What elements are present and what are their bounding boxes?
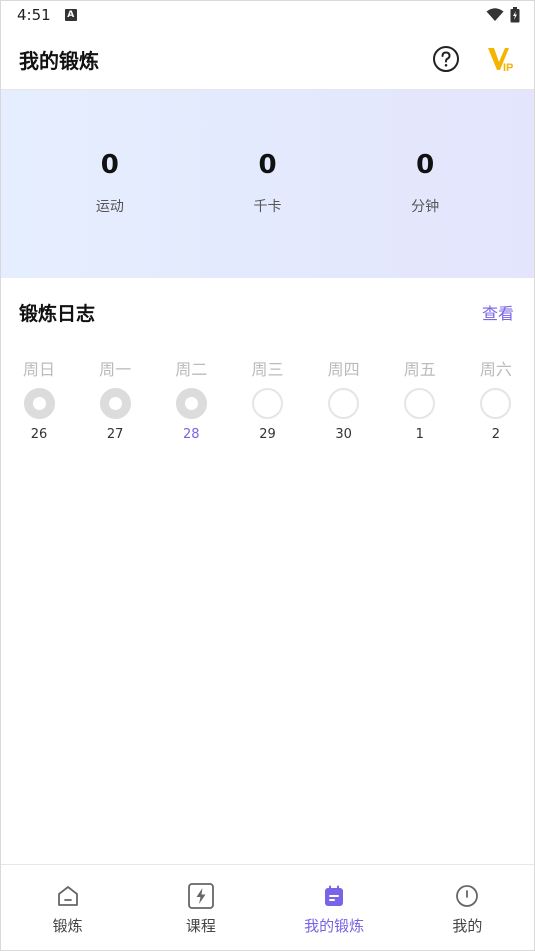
stat-value: 0 (416, 150, 435, 180)
day-date: 2 (491, 427, 501, 442)
day-status-ring (251, 388, 283, 419)
day-date: 27 (106, 427, 124, 442)
day-tuesday[interactable]: 周二 28 (160, 346, 222, 442)
view-log-link[interactable]: 查看 (482, 300, 514, 324)
day-status-ring (480, 388, 512, 419)
calendar-icon (325, 885, 344, 906)
wifi-icon (486, 8, 504, 21)
day-date-today: 28 (183, 427, 200, 442)
log-header: 锻炼日志 查看 (1, 278, 534, 346)
week-calendar: 周日 26 周一 27 周二 28 周三 29 周四 30 周五 1 周六 2 (1, 346, 534, 442)
day-name: 周五 (403, 360, 436, 379)
day-status-ring (175, 388, 207, 419)
header-actions: IP (432, 44, 516, 74)
home-icon (57, 886, 78, 906)
stat-label: 运动 (95, 199, 124, 215)
tab-my-workouts[interactable]: 我的锻炼 (279, 881, 389, 936)
day-name: 周日 (22, 360, 55, 379)
stat-value: 0 (100, 150, 119, 180)
day-wednesday[interactable]: 周三 29 (236, 346, 298, 442)
vip-badge-text: IP (503, 62, 513, 74)
vip-button[interactable]: IP (486, 44, 516, 74)
battery-icon (510, 7, 520, 23)
status-notification-icon: A (64, 9, 77, 21)
bottom-tab-bar: 锻炼 课程 我的锻炼 我的 (1, 864, 534, 950)
vip-badge-icon: IP (488, 48, 513, 74)
profile-icon (456, 885, 479, 907)
stat-label: 千卡 (253, 199, 282, 215)
help-button[interactable] (432, 45, 460, 73)
page-title: 我的锻炼 (19, 48, 99, 73)
day-name: 周一 (99, 360, 132, 379)
stat-minutes: 0 分钟 (365, 152, 485, 216)
tab-courses[interactable]: 课程 (146, 881, 256, 936)
day-status-ring (328, 388, 360, 419)
tab-label: 我的 (452, 917, 483, 935)
stats-card: 0 运动 0 千卡 0 分钟 (1, 90, 534, 278)
day-status-ring (99, 388, 131, 419)
day-date: 26 (30, 427, 48, 442)
tab-label: 课程 (185, 917, 216, 935)
day-thursday[interactable]: 周四 30 (313, 346, 375, 442)
day-status-ring (404, 388, 436, 419)
app-header: 我的锻炼 IP (1, 29, 534, 90)
tab-workout[interactable]: 锻炼 (13, 881, 123, 936)
question-circle-icon (433, 46, 459, 72)
day-monday[interactable]: 周一 27 (84, 346, 146, 442)
stat-workouts: 0 运动 (50, 152, 170, 216)
lightning-icon (187, 883, 214, 909)
tab-profile[interactable]: 我的 (412, 881, 522, 936)
tab-label: 我的锻炼 (304, 917, 365, 935)
day-date: 29 (259, 427, 276, 442)
day-saturday[interactable]: 周六 2 (465, 346, 527, 442)
status-right (486, 7, 520, 23)
day-name: 周三 (251, 360, 284, 379)
tab-label: 锻炼 (52, 917, 83, 935)
day-date: 30 (335, 427, 352, 442)
day-name: 周二 (175, 360, 208, 379)
day-status-ring (23, 388, 55, 419)
stat-calories: 0 千卡 (207, 152, 327, 216)
day-date: 1 (415, 427, 424, 442)
stat-label: 分钟 (411, 199, 440, 215)
status-left: 4:51 A (17, 6, 77, 24)
day-name: 周六 (479, 360, 512, 379)
day-name: 周四 (327, 360, 360, 379)
log-title: 锻炼日志 (19, 302, 96, 325)
status-bar: 4:51 A (1, 1, 534, 29)
day-friday[interactable]: 周五 1 (389, 346, 451, 442)
day-sunday[interactable]: 周日 26 (8, 346, 70, 442)
status-time: 4:51 (17, 6, 51, 24)
stat-value: 0 (258, 150, 277, 180)
